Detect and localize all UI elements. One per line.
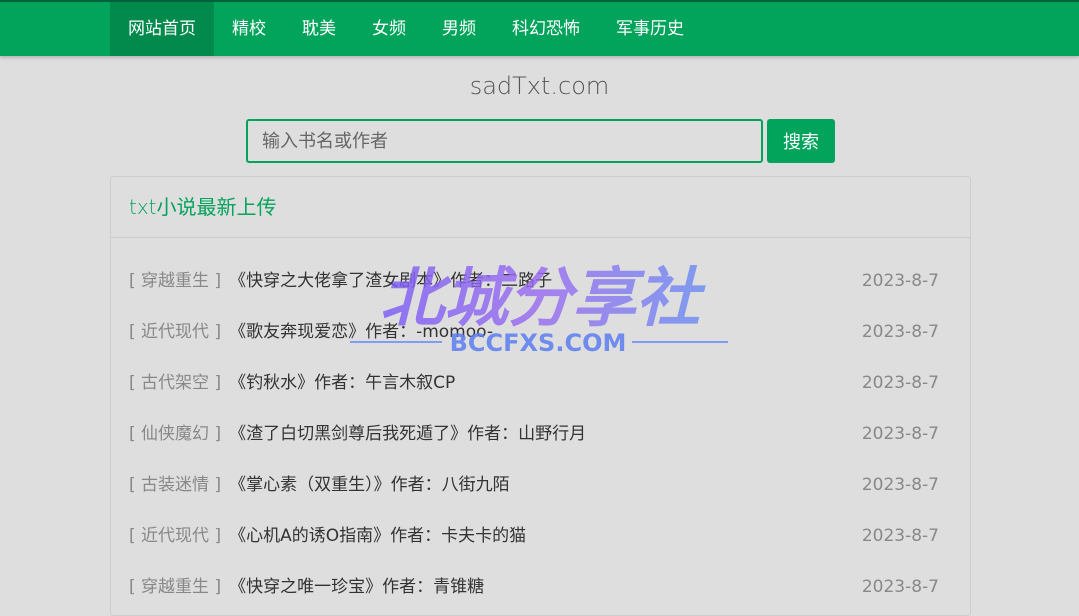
nav-item-male[interactable]: 男频 — [424, 2, 494, 56]
upload-date: 2023-8-7 — [861, 475, 939, 495]
author-name: 二路子 — [501, 271, 553, 291]
book-title-link[interactable]: 《歌友奔现爱恋》 — [229, 322, 365, 342]
author-label: 作者： — [390, 475, 442, 495]
book-title-link[interactable]: 《钓秋水》 — [229, 373, 314, 393]
author-name: -momoo- — [416, 322, 493, 342]
book-title-link[interactable]: 《掌心素（双重生）》 — [229, 475, 391, 495]
category-link[interactable]: [ 古代架空 ] — [129, 373, 221, 393]
book-title-link[interactable]: 《心机A的诱O指南》 — [229, 526, 390, 546]
author-label: 作者： — [467, 424, 519, 444]
top-navbar: 网站首页 精校 耽美 女频 男频 科幻恐怖 军事历史 — [0, 0, 1079, 56]
nav-item-military-history[interactable]: 军事历史 — [598, 2, 702, 56]
site-title: sadTxt.com — [469, 72, 610, 100]
category-link[interactable]: [ 穿越重生 ] — [129, 271, 221, 291]
upload-date: 2023-8-7 — [861, 373, 939, 393]
upload-date: 2023-8-7 — [861, 577, 939, 597]
book-title-link[interactable]: 《快穿之大佬拿了渣女剧本》 — [229, 271, 450, 291]
list-item: [ 近代现代 ] 《心机A的诱O指南》作者：卡夫卡的猫 2023-8-7 — [111, 511, 970, 562]
book-list: [ 穿越重生 ] 《快穿之大佬拿了渣女剧本》作者：二路子 2023-8-7 [ 近… — [111, 238, 970, 613]
panel-title-prefix: txt — [129, 195, 157, 219]
upload-date: 2023-8-7 — [861, 526, 939, 546]
category-link[interactable]: [ 近代现代 ] — [129, 322, 221, 342]
search-input[interactable] — [246, 119, 763, 163]
nav-item-home[interactable]: 网站首页 — [110, 2, 214, 56]
list-item: [ 穿越重生 ] 《快穿之唯一珍宝》作者：青锥糖 2023-8-7 — [111, 562, 970, 613]
upload-date: 2023-8-7 — [861, 424, 939, 444]
list-item: [ 近代现代 ] 《歌友奔现爱恋》作者：-momoo- 2023-8-7 — [111, 307, 970, 358]
nav-menu: 网站首页 精校 耽美 女频 男频 科幻恐怖 军事历史 — [110, 2, 702, 56]
nav-item-female[interactable]: 女频 — [354, 2, 424, 56]
author-label: 作者： — [365, 322, 417, 342]
nav-item-refined[interactable]: 精校 — [214, 2, 284, 56]
author-label: 作者： — [390, 526, 442, 546]
list-item: [ 仙侠魔幻 ] 《渣了白切黑剑尊后我死遁了》作者：山野行月 2023-8-7 — [111, 409, 970, 460]
author-label: 作者： — [314, 373, 366, 393]
author-name: 青锥糖 — [433, 577, 485, 597]
nav-item-scifi-horror[interactable]: 科幻恐怖 — [494, 2, 598, 56]
upload-date: 2023-8-7 — [861, 271, 939, 291]
category-link[interactable]: [ 穿越重生 ] — [129, 577, 221, 597]
author-name: 山野行月 — [518, 424, 587, 444]
author-name: 午言木叙CP — [365, 373, 456, 393]
list-item: [ 古代架空 ] 《钓秋水》作者：午言木叙CP 2023-8-7 — [111, 358, 970, 409]
book-title-link[interactable]: 《快穿之唯一珍宝》 — [229, 577, 382, 597]
list-item: [ 穿越重生 ] 《快穿之大佬拿了渣女剧本》作者：二路子 2023-8-7 — [111, 256, 970, 307]
author-label: 作者： — [450, 271, 502, 291]
panel-title-text: 小说最新上传 — [156, 195, 277, 219]
upload-date: 2023-8-7 — [861, 322, 939, 342]
list-item: [ 古装迷情 ] 《掌心素（双重生）》作者：八街九陌 2023-8-7 — [111, 460, 970, 511]
author-name: 八街九陌 — [441, 475, 510, 495]
panel-title: txt小说最新上传 — [111, 177, 970, 238]
category-link[interactable]: [ 仙侠魔幻 ] — [129, 424, 221, 444]
latest-uploads-panel: txt小说最新上传 [ 穿越重生 ] 《快穿之大佬拿了渣女剧本》作者：二路子 20… — [110, 176, 971, 616]
author-label: 作者： — [382, 577, 434, 597]
category-link[interactable]: [ 古装迷情 ] — [129, 475, 221, 495]
search-button[interactable]: 搜索 — [767, 119, 835, 163]
author-name: 卡夫卡的猫 — [441, 526, 527, 546]
category-link[interactable]: [ 近代现代 ] — [129, 526, 221, 546]
book-title-link[interactable]: 《渣了白切黑剑尊后我死遁了》 — [229, 424, 467, 444]
nav-item-danmei[interactable]: 耽美 — [284, 2, 354, 56]
